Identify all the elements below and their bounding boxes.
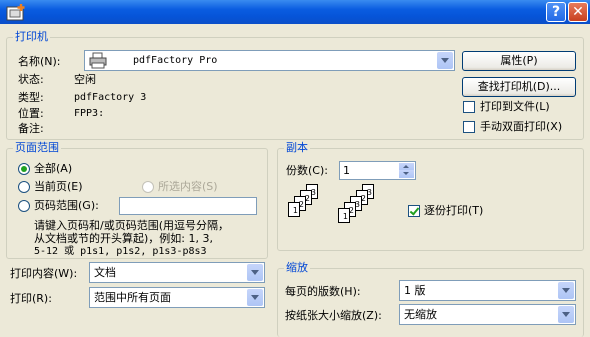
print-label: 打印(R): [10, 292, 52, 305]
print-what-label: 打印内容(W): [10, 267, 78, 280]
range-selection-radio [142, 181, 154, 193]
pages-per-sheet-select[interactable]: 1 版 [399, 280, 576, 301]
print-what-select[interactable]: 文档 [89, 262, 265, 283]
copies-legend: 副本 [284, 141, 310, 155]
collate-checkbox[interactable] [408, 205, 420, 217]
uncollated-pages-icon: 3 2 2 1 [286, 184, 336, 236]
range-hint-line1: 请键入页码和/或页码范围(用逗号分隔， [34, 219, 229, 232]
title-bar: ? ✕ [0, 0, 590, 24]
collate-label[interactable]: 逐份打印(T) [424, 204, 483, 217]
printer-icon [89, 52, 107, 69]
page-range-legend: 页面范围 [13, 141, 61, 155]
help-button[interactable]: ? [546, 2, 566, 22]
copies-count-value: 1 [343, 164, 350, 177]
range-current-label[interactable]: 当前页(E) [34, 180, 83, 193]
print-to-file-checkbox[interactable] [463, 101, 475, 113]
status-label: 状态: [18, 73, 44, 86]
scale-select[interactable]: 无缩放 [399, 304, 576, 325]
print-what-value: 文档 [94, 266, 116, 279]
chevron-down-icon[interactable] [247, 264, 263, 281]
range-all-radio[interactable] [18, 163, 30, 175]
chevron-down-icon[interactable] [558, 306, 574, 323]
chevron-down-icon[interactable] [558, 282, 574, 299]
print-to-file-label[interactable]: 打印到文件(L) [480, 100, 550, 113]
range-selection-label: 所选内容(S) [158, 180, 218, 193]
zoom-group: 缩放 [277, 261, 584, 337]
manual-duplex-label[interactable]: 手动双面打印(X) [480, 120, 562, 133]
type-value: pdfFactory 3 [74, 92, 147, 103]
zoom-legend: 缩放 [284, 261, 310, 275]
printer-name-select[interactable]: pdfFactory Pro [84, 50, 455, 71]
manual-duplex-checkbox[interactable] [463, 121, 475, 133]
range-hint-line2: 从文档或节的开头算起)，例如: 1, 3, [34, 232, 213, 245]
pages-per-sheet-value: 1 版 [404, 284, 426, 297]
page-range-input[interactable] [119, 197, 257, 215]
close-button[interactable]: ✕ [568, 2, 588, 22]
print-value: 范围中所有页面 [94, 291, 171, 304]
printer-name-value: pdfFactory Pro [133, 55, 218, 66]
scale-value: 无缩放 [404, 308, 437, 321]
range-pages-label[interactable]: 页码范围(G): [34, 199, 99, 212]
location-label: 位置: [18, 107, 44, 120]
range-current-radio[interactable] [18, 181, 30, 193]
comment-label: 备注: [18, 122, 44, 135]
find-printer-button[interactable]: 查找打印机(D)... [462, 77, 576, 97]
pages-per-sheet-label: 每页的版数(H): [285, 285, 361, 298]
copies-count-label: 份数(C): [286, 164, 328, 177]
chevron-down-icon[interactable] [247, 289, 263, 306]
range-pages-radio[interactable] [18, 200, 30, 212]
copies-count-spinner[interactable]: 1 [339, 161, 416, 180]
type-label: 类型: [18, 91, 44, 104]
range-all-label[interactable]: 全部(A) [34, 162, 72, 175]
chevron-down-icon[interactable] [437, 52, 453, 69]
printer-name-label: 名称(N): [18, 55, 61, 68]
properties-button[interactable]: 属性(P) [462, 51, 576, 71]
printer-legend: 打印机 [13, 30, 50, 44]
print-dialog-icon [6, 4, 25, 21]
print-select[interactable]: 范围中所有页面 [89, 287, 265, 308]
status-value: 空闲 [74, 73, 96, 86]
range-hint-line3: 5-12 或 p1s1, p1s2, p1s3-p8s3 [34, 246, 207, 257]
spinner-down-icon[interactable] [399, 170, 414, 178]
scale-label: 按纸张大小缩放(Z): [285, 309, 382, 322]
location-value: FPP3: [74, 108, 105, 119]
collated-pages-icon: 3 2 3 2 1 [338, 184, 390, 236]
